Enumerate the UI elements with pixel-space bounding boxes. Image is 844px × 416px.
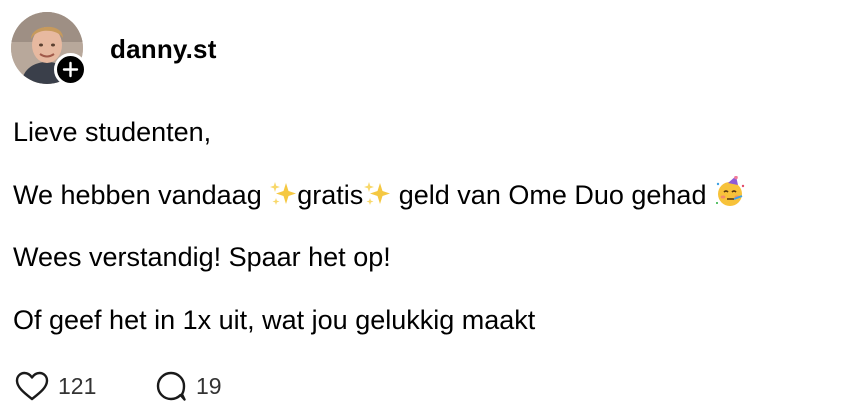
post-text: We hebben vandaag xyxy=(13,180,270,210)
partying-face-icon xyxy=(714,175,746,216)
heart-icon[interactable] xyxy=(15,371,49,402)
post-actions: 121 19 xyxy=(15,369,222,403)
avatar-wrapper[interactable] xyxy=(11,12,87,86)
follow-button[interactable] xyxy=(54,53,87,86)
reply-count: 19 xyxy=(196,372,222,399)
comment-icon[interactable] xyxy=(155,370,187,402)
post-text-gratis: gratis xyxy=(297,180,364,210)
sparkles-icon xyxy=(269,180,297,216)
post-text-line-2: We hebben vandaag gratis geld van Ome Du… xyxy=(13,175,746,216)
plus-icon xyxy=(62,61,79,78)
username-link[interactable]: danny.st xyxy=(110,32,217,66)
like-button[interactable]: 121 xyxy=(15,371,155,402)
post-text-line-1: Lieve studenten, xyxy=(13,117,212,147)
like-count: 121 xyxy=(58,372,97,399)
sparkles-icon xyxy=(363,180,391,216)
post-text-line-4: Of geef het in 1x uit, wat jou gelukkig … xyxy=(13,305,536,335)
reply-button[interactable]: 19 xyxy=(155,370,222,402)
post-text-line-3: Wees verstandig! Spaar het op! xyxy=(13,242,391,272)
post: danny.st Lieve studenten, We hebben vand… xyxy=(0,0,844,416)
post-text: geld van Ome Duo gehad xyxy=(391,180,714,210)
